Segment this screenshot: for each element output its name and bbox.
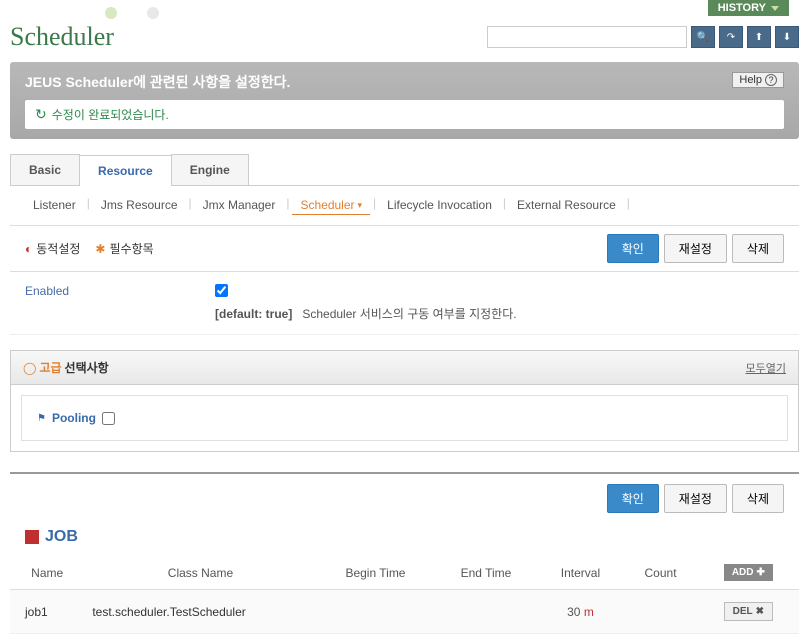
col-endtime: End Time <box>434 556 537 590</box>
col-actions: ADD ✚ <box>698 556 799 590</box>
subtab-listener[interactable]: Listener <box>25 196 84 215</box>
confirm-button-2[interactable]: 확인 <box>607 484 659 513</box>
subtab-jms[interactable]: Jms Resource <box>93 196 186 215</box>
help-button[interactable]: Help <box>732 72 784 88</box>
cell-name: job1 <box>10 590 84 634</box>
history-label: HISTORY <box>718 2 766 14</box>
search-input[interactable] <box>487 26 687 48</box>
tab-basic[interactable]: Basic <box>10 154 80 185</box>
download-xml-icon[interactable]: ⬇ <box>775 26 799 48</box>
description-panel: JEUS Scheduler에 관련된 사항을 설정한다. Help ↻ 수정이… <box>10 62 799 139</box>
confirm-button[interactable]: 확인 <box>607 234 659 263</box>
cell-classname: test.scheduler.TestScheduler <box>84 590 316 634</box>
cell-count <box>623 590 697 634</box>
success-message: ↻ 수정이 완료되었습니다. <box>25 100 784 129</box>
cell-begintime <box>317 590 435 634</box>
history-button[interactable]: HISTORY <box>708 0 789 16</box>
main-tabs: Basic Resource Engine <box>10 154 799 186</box>
legend: ◐ 동적설정 ✱ 필수항목 <box>25 240 154 257</box>
warning-icon: ◯ <box>23 361 36 375</box>
job-section-title: JOB <box>45 528 78 546</box>
add-button[interactable]: ADD ✚ <box>724 564 773 581</box>
pooling-checkbox[interactable] <box>102 412 115 425</box>
subtab-lifecycle[interactable]: Lifecycle Invocation <box>379 196 500 215</box>
expand-all-link[interactable]: 모두열기 <box>746 360 786 376</box>
job-icon <box>25 530 39 544</box>
col-classname: Class Name <box>84 556 316 590</box>
tab-resource[interactable]: Resource <box>79 155 172 186</box>
cell-endtime <box>434 590 537 634</box>
col-interval: Interval <box>538 556 624 590</box>
advanced-panel: ◯ 고급 선택사항 모두열기 ⚑ Pooling <box>10 350 799 452</box>
subtab-external[interactable]: External Resource <box>509 196 624 215</box>
job-table: Name Class Name Begin Time End Time Inte… <box>10 556 799 634</box>
required-icon: ✱ <box>95 242 105 256</box>
del-button[interactable]: DEL ✖ <box>724 602 773 621</box>
flag-icon: ⚑ <box>37 413 46 424</box>
refresh-icon: ↻ <box>35 106 47 123</box>
enabled-label: Enabled <box>25 284 215 322</box>
pooling-label: Pooling <box>52 411 96 425</box>
reset-button-2[interactable]: 재설정 <box>664 484 727 513</box>
description-text: JEUS Scheduler에 관련된 사항을 설정한다. <box>25 72 784 92</box>
col-name: Name <box>10 556 84 590</box>
table-row: job1 test.scheduler.TestScheduler 30 m D… <box>10 590 799 634</box>
decorative-dots <box>105 7 159 19</box>
reset-button[interactable]: 재설정 <box>664 234 727 263</box>
cell-actions: DEL ✖ <box>698 590 799 634</box>
col-count: Count <box>623 556 697 590</box>
search-icon[interactable]: 🔍 <box>691 26 715 48</box>
upload-xml-icon[interactable]: ⬆ <box>747 26 771 48</box>
delete-button-2[interactable]: 삭제 <box>732 484 784 513</box>
export-icon[interactable]: ↷ <box>719 26 743 48</box>
subtab-scheduler[interactable]: Scheduler <box>292 196 370 215</box>
subtab-jmx[interactable]: Jmx Manager <box>195 196 284 215</box>
dynamic-icon: ◐ <box>25 242 32 256</box>
sub-tabs: Listener| Jms Resource| Jmx Manager| Sch… <box>10 186 799 226</box>
delete-button[interactable]: 삭제 <box>732 234 784 263</box>
tab-engine[interactable]: Engine <box>171 154 249 185</box>
enabled-checkbox[interactable] <box>215 284 228 297</box>
cell-interval: 30 m <box>538 590 624 634</box>
page-title: Scheduler <box>10 22 114 52</box>
col-begintime: Begin Time <box>317 556 435 590</box>
